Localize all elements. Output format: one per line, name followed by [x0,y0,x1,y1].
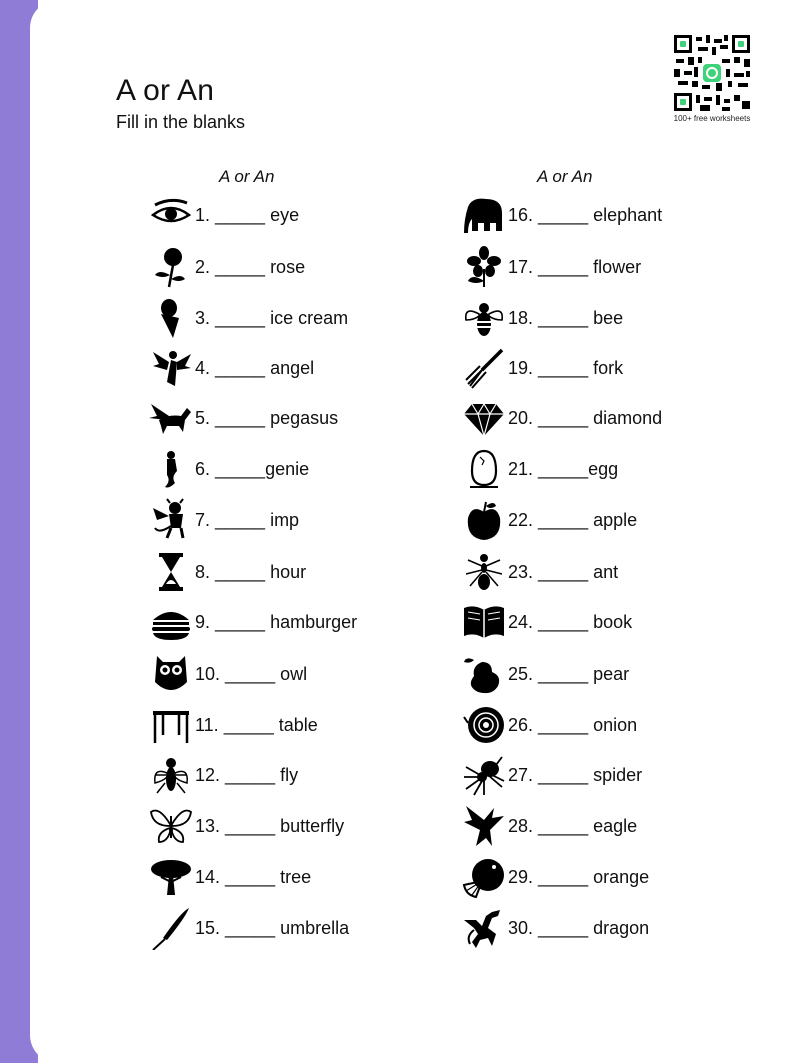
genie-icon [147,447,195,491]
item-prompt: 9. _____ hamburger [195,611,358,632]
item-prompt: 7. _____ imp [195,509,300,530]
hamburger-icon [147,600,195,644]
item-prompt: 27. _____ spider [508,764,643,785]
item-prompt: 1. _____ eye [195,204,300,225]
angel-icon [147,346,195,390]
item-prompt: 29. _____ orange [508,866,650,887]
worksheet-item: 13. _____ butterfly [147,806,344,846]
owl-icon [147,652,195,696]
item-prompt: 21. _____egg [508,458,619,479]
worksheet-item: 14. _____ tree [147,857,311,897]
worksheet-item: 3. _____ ice cream [147,298,348,338]
item-prompt: 13. _____ butterfly [195,815,345,836]
item-prompt: 17. _____ flower [508,256,642,277]
table-icon [147,703,195,747]
eagle-icon [460,804,508,848]
item-prompt: 14. _____ tree [195,866,312,887]
worksheet-item: 15. _____ umbrella [147,906,350,950]
butterfly-icon [147,804,195,848]
worksheet-item: 6. _____genie [147,449,309,489]
worksheet-item: 5. _____ pegasus [147,398,338,438]
egg-icon [460,447,508,491]
flower-icon [460,245,508,289]
worksheet-item: 11. _____ table [147,705,318,745]
qr-caption: 100+ free worksheets [673,114,751,123]
worksheet-item: 19. _____ fork [460,346,624,390]
worksheet-item: 10. _____ owl [147,654,307,694]
worksheet-item: 8. _____ hour [147,552,306,592]
worksheet-item: 29. _____ orange [460,855,650,899]
imp-icon [147,498,195,542]
worksheet-item: 21. _____egg [460,449,618,489]
item-prompt: 19. _____ fork [508,357,624,378]
item-prompt: 24. _____ book [508,611,633,632]
item-prompt: 3. _____ ice cream [195,307,349,328]
worksheet-page [30,0,791,1063]
worksheet-item: 24. _____ book [460,602,632,642]
apple-icon [460,498,508,542]
item-prompt: 25. _____ pear [508,663,630,684]
item-prompt: 8. _____ hour [195,561,307,582]
worksheet-item: 1. _____ eye [147,195,299,235]
bee-icon [460,296,508,340]
worksheet-item: 28. _____ eagle [460,806,637,846]
ant-icon [460,550,508,594]
worksheet-item: 23. _____ ant [460,552,618,592]
item-prompt: 28. _____ eagle [508,815,638,836]
item-prompt: 30. _____ dragon [508,917,650,938]
worksheet-item: 18. _____ bee [460,298,623,338]
hourglass-icon [147,550,195,594]
item-prompt: 16. _____ elephant [508,204,663,225]
worksheet-item: 9. _____ hamburger [147,602,357,642]
onion-icon [460,703,508,747]
qr-code-icon[interactable] [672,33,752,113]
dragon-icon [460,906,508,950]
pegasus-icon [147,396,195,440]
rose-icon [147,245,195,289]
worksheet-item: 16. _____ elephant [460,195,662,235]
item-prompt: 6. _____genie [195,458,310,479]
elephant-icon [460,193,508,237]
page-title: A or An [116,74,215,107]
worksheet-item: 20. _____ diamond [460,396,663,440]
column-2-heading: A or An [537,167,593,186]
worksheet-item: 27. _____ spider [460,753,643,797]
worksheet-item: 2. _____ rose [147,245,306,289]
pear-icon [460,652,508,696]
item-prompt: 12. _____ fly [195,764,299,785]
worksheet-item: 30. _____ dragon [460,908,649,948]
worksheet-item: 4. _____ angel [147,348,314,388]
item-prompt: 15. _____ umbrella [195,917,350,938]
item-prompt: 5. _____ pegasus [195,407,339,428]
ice-cream-icon [147,296,195,340]
item-prompt: 22. _____ apple [508,509,638,530]
worksheet-item: 12. _____ fly [147,755,298,795]
item-prompt: 23. _____ ant [508,561,619,582]
orange-icon [460,855,508,899]
worksheet-item: 7. _____ imp [147,498,300,542]
diamond-icon [460,396,508,440]
fork-icon [460,346,508,390]
item-prompt: 20. _____ diamond [508,407,663,428]
umbrella-icon [147,906,195,950]
worksheet-item: 22. _____ apple [460,500,637,540]
worksheet-item: 17. _____ flower [460,245,642,289]
item-prompt: 26. _____ onion [508,714,638,735]
book-icon [460,600,508,644]
item-prompt: 11. _____ table [195,714,318,735]
spider-icon [460,753,508,797]
item-prompt: 18. _____ bee [508,307,624,328]
page-subtitle: Fill in the blanks [116,112,246,132]
tree-icon [147,855,195,899]
worksheet-item: 25. _____ pear [460,654,629,694]
column-1-heading: A or An [219,167,275,186]
eye-icon [147,193,195,237]
fly-icon [147,753,195,797]
item-prompt: 2. _____ rose [195,256,306,277]
worksheet-item: 26. _____ onion [460,705,637,745]
item-prompt: 10. _____ owl [195,663,308,684]
item-prompt: 4. _____ angel [195,357,315,378]
